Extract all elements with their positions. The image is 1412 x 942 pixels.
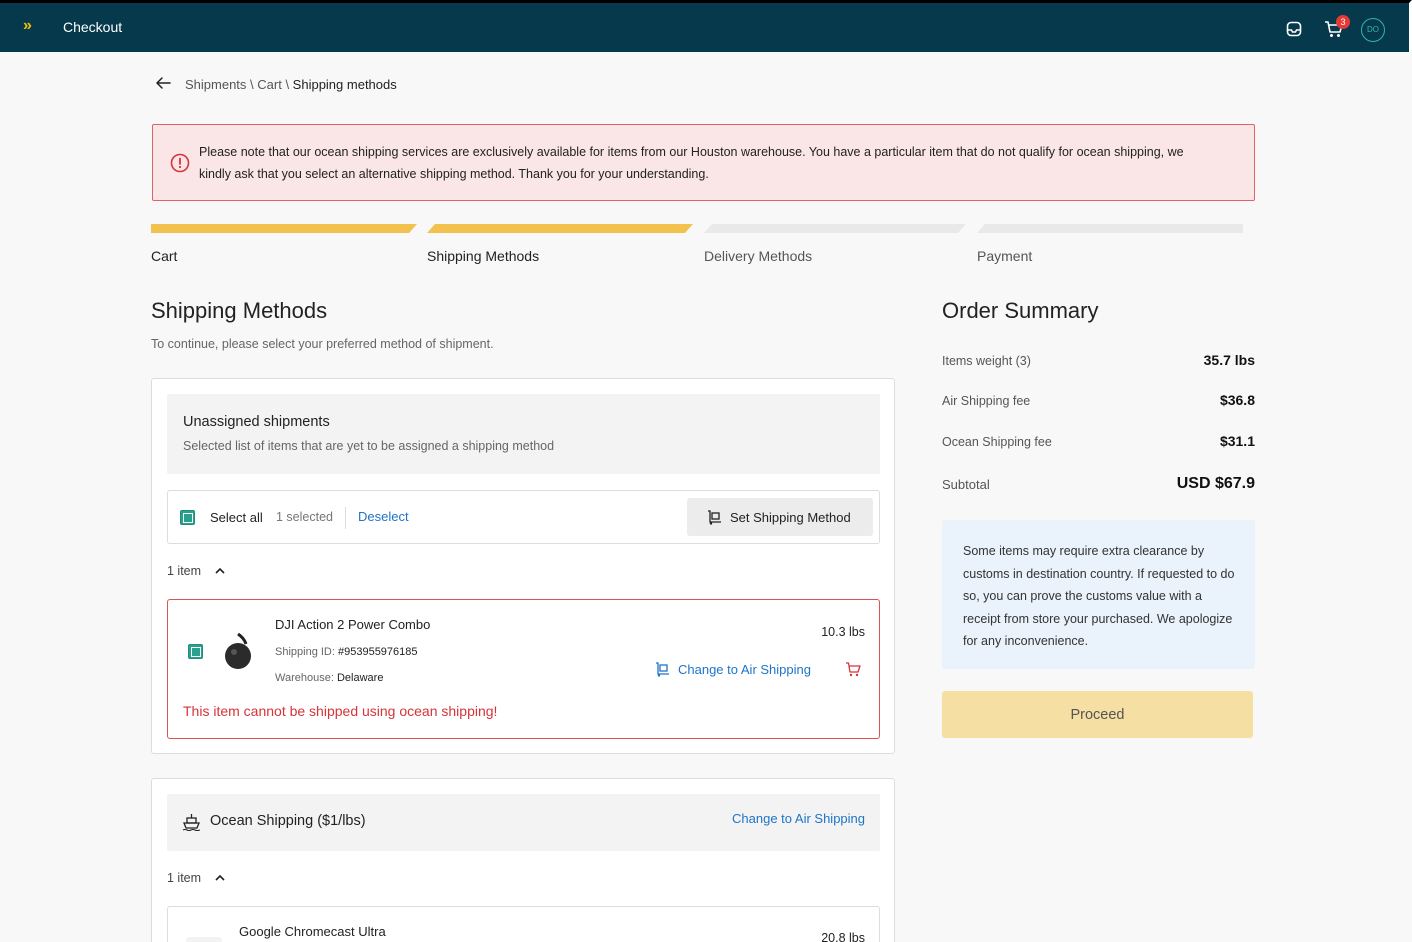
step-label: Shipping Methods xyxy=(427,248,540,264)
shipping-id-value: #953955976185 xyxy=(337,646,418,658)
breadcrumb-separator: \ xyxy=(281,77,293,92)
select-all-checkbox[interactable] xyxy=(180,510,195,525)
change-to-air-shipping-label: Change to Air Shipping xyxy=(678,662,811,677)
back-arrow-icon[interactable] xyxy=(155,76,171,90)
proceed-button[interactable]: Proceed xyxy=(942,691,1253,738)
ocean-shipping-title: Ocean Shipping ($1/lbs) xyxy=(210,813,366,829)
product-thumbnail xyxy=(225,632,251,669)
customs-note-text: Some items may require extra clearance b… xyxy=(963,544,1235,648)
cart-count-badge: 3 xyxy=(1336,15,1350,29)
chevron-up-icon xyxy=(214,874,225,881)
item-name: Google Chromecast Ultra xyxy=(239,924,386,939)
step-bar xyxy=(977,224,1243,233)
change-to-air-shipping-link[interactable]: Change to Air Shipping xyxy=(732,811,865,826)
ship-icon xyxy=(182,814,201,831)
trolley-icon xyxy=(708,510,721,525)
step-shipping-methods[interactable]: Shipping Methods xyxy=(427,224,693,266)
step-delivery-methods[interactable]: Delivery Methods xyxy=(704,224,966,266)
logo-icon[interactable]: » xyxy=(23,17,32,35)
avatar[interactable]: DO xyxy=(1361,18,1385,42)
ocean-shipping-card: Ocean Shipping ($1/lbs) Change to Air Sh… xyxy=(151,778,895,942)
item-shipping-id: Shipping ID: #953955976185 xyxy=(275,646,418,658)
summary-value: 35.7 lbs xyxy=(1203,352,1255,368)
summary-label: Ocean Shipping fee xyxy=(942,435,1052,449)
page-subtitle: To continue, please select your preferre… xyxy=(151,337,494,351)
step-payment[interactable]: Payment xyxy=(977,224,1243,266)
step-label: Payment xyxy=(977,248,1033,264)
chevron-up-icon xyxy=(214,567,225,574)
items-count: 1 item xyxy=(167,871,202,885)
warehouse-value: Delaware xyxy=(336,672,384,684)
page-header-title: Checkout xyxy=(63,19,123,35)
inbox-icon[interactable] xyxy=(1286,21,1302,37)
page-title: Shipping Methods xyxy=(151,298,328,323)
item-warehouse: Warehouse: Delaware xyxy=(275,672,383,684)
item-name: DJI Action 2 Power Combo xyxy=(275,617,431,632)
shipment-item-card: DJI Action 2 Power Combo Shipping ID: #9… xyxy=(167,599,880,739)
step-cart[interactable]: Cart xyxy=(151,224,417,266)
set-shipping-method-label: Set Shipping Method xyxy=(730,509,851,525)
select-all-label[interactable]: Select all xyxy=(210,510,263,525)
step-bar xyxy=(704,224,966,233)
breadcrumb-current: Shipping methods xyxy=(292,77,397,92)
breadcrumb-cart[interactable]: Cart xyxy=(257,77,282,92)
divider xyxy=(345,507,346,529)
breadcrumb-shipments[interactable]: Shipments xyxy=(185,77,246,92)
item-weight: 20.8 lbs xyxy=(821,931,865,942)
summary-value: $36.8 xyxy=(1219,392,1255,408)
summary-value: $31.1 xyxy=(1219,433,1255,449)
top-bar: » Checkout 3 DO xyxy=(0,0,1412,52)
step-bar xyxy=(427,224,693,233)
breadcrumb: Shipments \ Cart \ Shipping methods xyxy=(185,77,397,92)
item-error-message: This item cannot be shipped using ocean … xyxy=(183,703,498,719)
checkout-stepper: Cart Shipping Methods Delivery Methods P… xyxy=(151,224,1246,266)
set-shipping-method-button[interactable]: Set Shipping Method xyxy=(687,498,873,536)
subtotal-label: Subtotal xyxy=(942,477,990,492)
step-label: Delivery Methods xyxy=(704,248,813,264)
item-checkbox[interactable] xyxy=(188,644,203,659)
remove-from-cart-icon[interactable] xyxy=(845,662,861,677)
step-bar xyxy=(151,224,417,233)
unassigned-header: Unassigned shipments Selected list of it… xyxy=(167,394,880,474)
items-toggle[interactable]: 1 item xyxy=(167,871,225,885)
summary-label: Items weight (3) xyxy=(942,354,1031,368)
unassigned-shipments-card: Unassigned shipments Selected list of it… xyxy=(151,378,895,754)
breadcrumb-separator: \ xyxy=(246,77,258,92)
customs-note: Some items may require extra clearance b… xyxy=(942,520,1255,669)
alert-text: Please note that our ocean shipping serv… xyxy=(199,145,1184,181)
unassigned-subtitle: Selected list of items that are yet to b… xyxy=(183,439,555,453)
shipping-id-label: Shipping ID: xyxy=(275,646,338,658)
change-to-air-shipping-link[interactable]: Change to Air Shipping xyxy=(655,662,811,677)
step-label: Cart xyxy=(151,248,178,264)
deselect-link[interactable]: Deselect xyxy=(358,509,409,524)
items-count: 1 item xyxy=(167,564,202,578)
summary-label: Air Shipping fee xyxy=(942,394,1031,408)
trolley-icon xyxy=(656,662,669,677)
order-summary-title: Order Summary xyxy=(942,298,1099,323)
unassigned-title: Unassigned shipments xyxy=(183,414,330,430)
ocean-shipping-alert: Please note that our ocean shipping serv… xyxy=(152,124,1255,201)
subtotal-value: USD $67.9 xyxy=(1176,475,1255,492)
selected-count: 1 selected xyxy=(276,510,333,524)
warehouse-label: Warehouse: xyxy=(275,672,337,684)
ocean-shipping-header: Ocean Shipping ($1/lbs) Change to Air Sh… xyxy=(167,794,880,851)
selection-bar: Select all 1 selected Deselect Set Shipp… xyxy=(167,490,880,544)
shipment-item-card: Google Chromecast Ultra 20.8 lbs xyxy=(167,906,880,942)
alert-circle-icon xyxy=(170,153,190,173)
product-thumbnail xyxy=(186,937,222,942)
item-weight: 10.3 lbs xyxy=(821,625,865,639)
items-toggle[interactable]: 1 item xyxy=(167,564,225,578)
